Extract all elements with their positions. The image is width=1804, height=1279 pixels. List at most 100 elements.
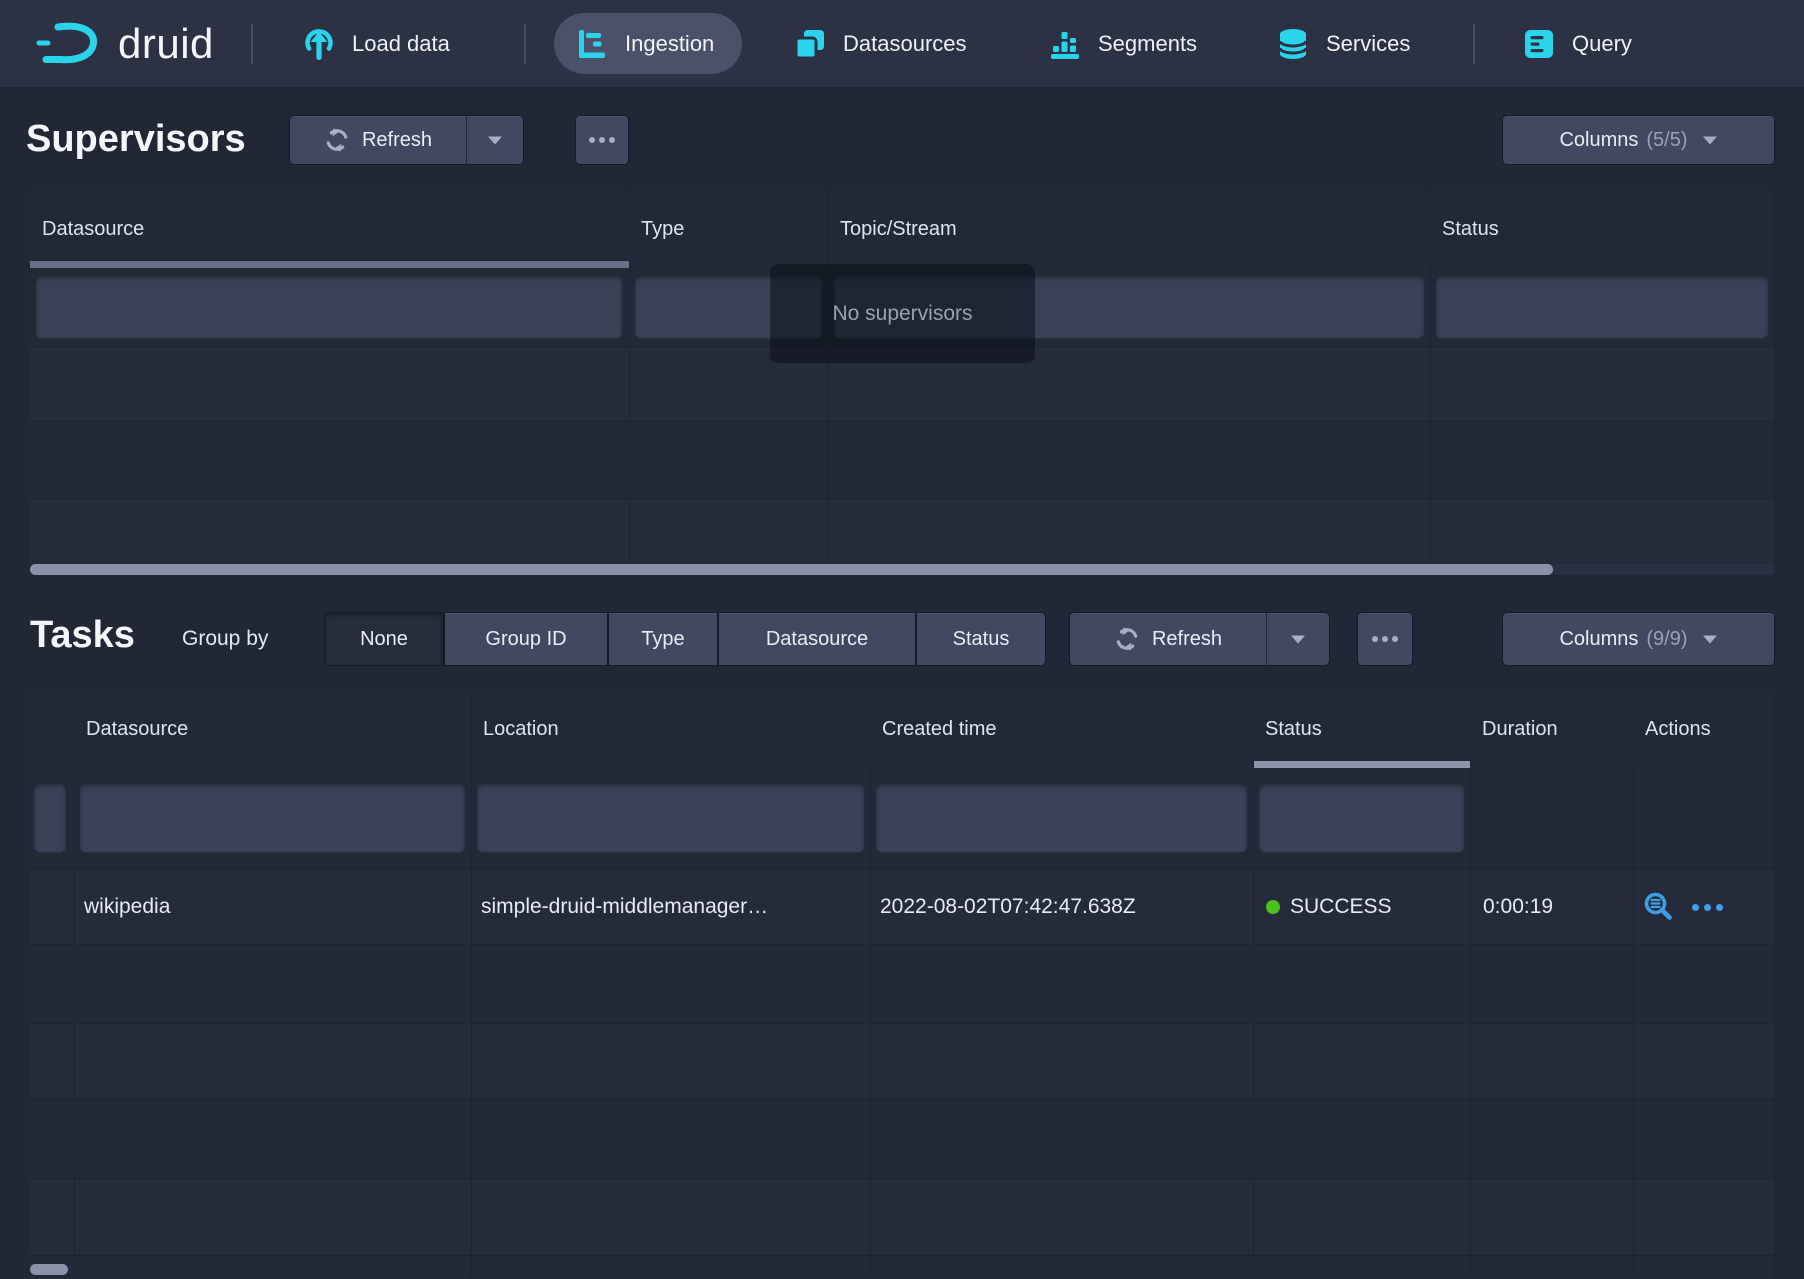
- nav-label: Ingestion: [625, 31, 714, 57]
- group-by-status-button[interactable]: Status: [917, 613, 1045, 665]
- task-more-actions-icon[interactable]: [1692, 904, 1723, 911]
- gantt-chart-icon: [576, 27, 610, 61]
- sort-indicator-status: [1253, 761, 1470, 768]
- column-grid-line: [471, 690, 472, 1278]
- nav-item-services[interactable]: Services: [1276, 0, 1410, 87]
- navbar-divider: [251, 24, 253, 64]
- column-header-status[interactable]: Status: [1430, 190, 1775, 268]
- supervisors-columns-button[interactable]: Columns (5/5): [1503, 116, 1774, 164]
- column-header-type[interactable]: Type: [629, 190, 828, 268]
- task-detail-magnifier-icon[interactable]: [1642, 891, 1674, 923]
- refresh-button[interactable]: Refresh: [1070, 613, 1266, 665]
- column-header-topic-stream[interactable]: Topic/Stream: [828, 190, 1430, 268]
- group-by-label: Group by: [182, 613, 268, 665]
- supervisors-table-header: Datasource Type Topic/Stream Status: [30, 190, 1775, 269]
- column-header-created-time[interactable]: Created time: [870, 690, 1253, 768]
- nav-item-datasources[interactable]: Datasources: [793, 0, 967, 87]
- chevron-down-icon: [1702, 135, 1718, 145]
- layers-icon: [793, 27, 827, 61]
- supervisors-title: Supervisors: [26, 118, 246, 161]
- tasks-filter-datasource[interactable]: [80, 784, 465, 852]
- column-header-blank[interactable]: [30, 690, 74, 768]
- tasks-table-header: Datasource Location Created time Status …: [30, 690, 1775, 769]
- supervisors-filter-status[interactable]: [1436, 276, 1768, 338]
- chevron-down-icon: [487, 135, 503, 145]
- task-status-cell: SUCCESS: [1290, 869, 1392, 945]
- database-icon: [1276, 27, 1310, 61]
- column-header-duration[interactable]: Duration: [1470, 690, 1633, 768]
- chevron-down-icon: [1290, 634, 1306, 644]
- supervisors-h-scrollbar-track: [30, 564, 1775, 575]
- column-grid-line: [1470, 690, 1471, 1278]
- column-header-location[interactable]: Location: [471, 690, 870, 768]
- navbar-divider: [1473, 24, 1475, 64]
- column-grid-line: [1774, 190, 1775, 563]
- tasks-table: Datasource Location Created time Status …: [30, 690, 1775, 1278]
- table-empty-row: [30, 1255, 1775, 1279]
- tasks-filter-clipped[interactable]: [34, 784, 66, 852]
- nav-label: Services: [1326, 31, 1410, 57]
- table-empty-row: [30, 1178, 1775, 1256]
- column-header-status[interactable]: Status: [1253, 690, 1470, 768]
- table-empty-row: [30, 944, 1775, 1024]
- task-location-cell: simple-druid-middlemanager…: [481, 869, 768, 945]
- nav-item-ingestion[interactable]: Ingestion: [554, 13, 742, 74]
- nav-label: Load data: [352, 31, 450, 57]
- tasks-more-actions-button[interactable]: [1358, 613, 1412, 665]
- table-empty-row: [30, 1099, 1775, 1179]
- tasks-filter-location[interactable]: [477, 784, 864, 852]
- refresh-button[interactable]: Refresh: [290, 116, 466, 164]
- group-by-group-id-button[interactable]: Group ID: [445, 613, 607, 665]
- tasks-title: Tasks: [30, 614, 135, 657]
- refresh-label: Refresh: [362, 129, 432, 152]
- sort-indicator-datasource: [30, 261, 629, 268]
- column-grid-line: [870, 690, 871, 1278]
- druid-wordmark: druid: [118, 0, 214, 87]
- group-by-datasource-button[interactable]: Datasource: [719, 613, 915, 665]
- group-by-none-button[interactable]: None: [325, 613, 443, 665]
- task-datasource-cell: wikipedia: [84, 869, 170, 945]
- supervisors-h-scrollbar-thumb[interactable]: [30, 564, 1553, 575]
- nav-item-query[interactable]: Query: [1522, 0, 1632, 87]
- refresh-interval-caret-button[interactable]: [466, 116, 523, 164]
- nav-label: Datasources: [843, 31, 967, 57]
- nav-label: Query: [1572, 31, 1632, 57]
- tasks-filter-created-time[interactable]: [876, 784, 1247, 852]
- tasks-filter-status[interactable]: [1259, 784, 1464, 852]
- supervisors-filter-datasource[interactable]: [36, 276, 622, 338]
- column-grid-line: [828, 190, 829, 563]
- task-created-time-cell: 2022-08-02T07:42:47.638Z: [880, 869, 1136, 945]
- refresh-label: Refresh: [1152, 628, 1222, 651]
- refresh-interval-caret-button[interactable]: [1266, 613, 1329, 665]
- column-grid-line: [74, 690, 75, 1278]
- task-row-wikipedia[interactable]: wikipedia simple-druid-middlemanager… 20…: [30, 868, 1775, 945]
- column-grid-line: [1774, 690, 1775, 1278]
- column-header-datasource[interactable]: Datasource: [74, 690, 471, 768]
- navbar: druid Load data Ingestion Datasources: [0, 0, 1804, 87]
- more-dots-icon: [589, 137, 615, 143]
- query-document-icon: [1522, 27, 1556, 61]
- table-empty-row: [30, 421, 1775, 499]
- supervisors-table: Datasource Type Topic/Stream Status No s…: [30, 190, 1775, 575]
- columns-count: (5/5): [1646, 129, 1687, 152]
- nav-item-segments[interactable]: Segments: [1048, 0, 1197, 87]
- chevron-down-icon: [1702, 634, 1718, 644]
- navbar-divider: [524, 24, 526, 64]
- columns-label: Columns: [1559, 628, 1638, 651]
- refresh-icon: [324, 127, 350, 153]
- more-dots-icon: [1372, 636, 1398, 642]
- column-header-actions[interactable]: Actions: [1633, 690, 1775, 768]
- tasks-filter-row: [30, 768, 1775, 868]
- table-empty-row: [30, 1023, 1775, 1100]
- tasks-h-scrollbar-thumb[interactable]: [30, 1264, 68, 1275]
- tasks-columns-button[interactable]: Columns (9/9): [1503, 613, 1774, 665]
- supervisors-more-actions-button[interactable]: [576, 116, 628, 164]
- group-by-button-group: None Group ID Type Datasource Status: [325, 613, 1045, 665]
- group-by-type-button[interactable]: Type: [609, 613, 717, 665]
- nav-item-load-data[interactable]: Load data: [302, 0, 450, 87]
- column-header-datasource[interactable]: Datasource: [30, 190, 629, 268]
- no-supervisors-overlay: No supervisors: [770, 264, 1035, 363]
- tasks-refresh-button-group: Refresh: [1070, 613, 1329, 665]
- column-grid-line: [629, 190, 630, 563]
- columns-label: Columns: [1559, 129, 1638, 152]
